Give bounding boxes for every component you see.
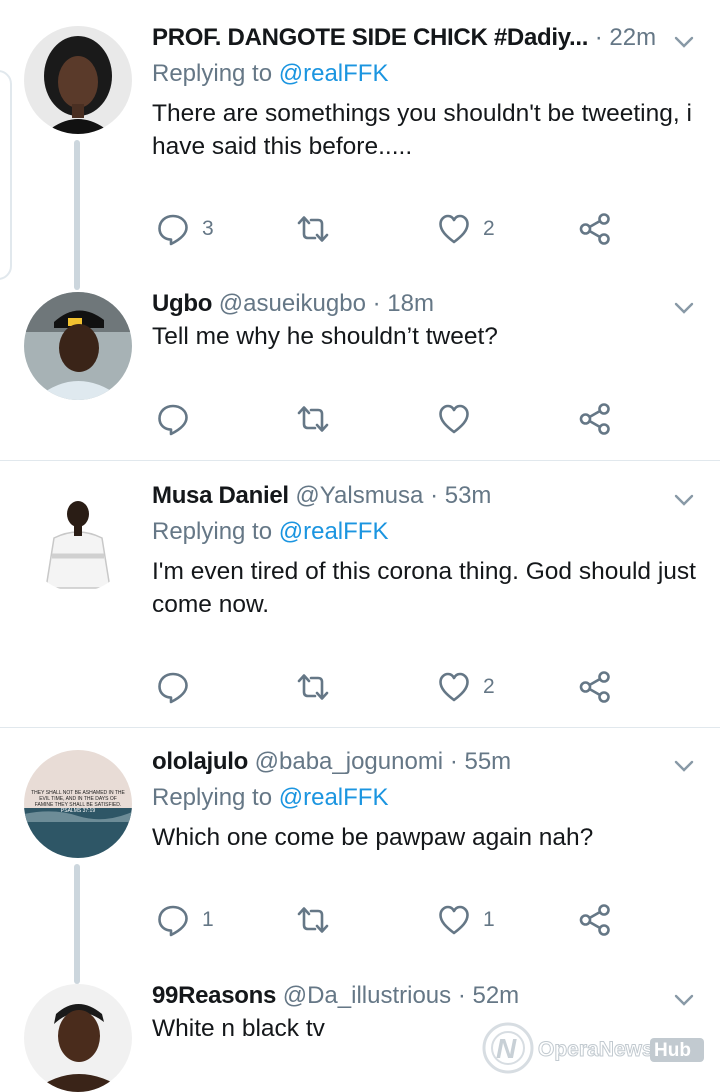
operanews-watermark: N OperaNews Hub: [468, 1012, 712, 1082]
like-button[interactable]: 1: [437, 903, 495, 937]
tweet[interactable]: Ugbo @asueikugbo · 18m Tell me why he sh…: [0, 288, 720, 460]
retweet-icon: [297, 406, 329, 432]
retweet-button[interactable]: [296, 212, 330, 246]
author-handle[interactable]: @baba_jogunomi: [255, 748, 444, 775]
like-icon: [439, 905, 469, 935]
reply-icon: [158, 404, 188, 436]
tweet-text: There are somethings you shouldn't be tw…: [152, 100, 692, 160]
svg-text:N: N: [496, 1033, 517, 1064]
retweet-icon: [297, 674, 329, 700]
chevron-down-icon[interactable]: [672, 988, 696, 1012]
reply-button[interactable]: [156, 670, 190, 704]
like-icon: [439, 214, 469, 244]
replying-to-handle[interactable]: @realFFK: [279, 60, 389, 87]
replying-to-handle[interactable]: @realFFK: [279, 518, 389, 545]
tweet[interactable]: THEY SHALL NOT BE ASHAMED IN THE EVIL TI…: [0, 746, 720, 976]
tweet[interactable]: Musa Daniel @Yalsmusa · 53m Replying to …: [0, 480, 720, 726]
author-name[interactable]: 99Reasons: [152, 982, 276, 1009]
avatar[interactable]: [24, 292, 132, 400]
tweet-time[interactable]: · 53m: [430, 482, 491, 509]
replying-to: Replying to @realFFK: [152, 518, 389, 545]
author-name[interactable]: PROF. DANGOTE SIDE CHICK #Dadiy...: [152, 24, 588, 51]
author-name[interactable]: ololajulo: [152, 748, 248, 775]
chevron-down-icon[interactable]: [672, 754, 696, 778]
author-name[interactable]: Ugbo: [152, 290, 212, 317]
tweet-time[interactable]: · 22m: [595, 24, 656, 51]
share-button[interactable]: [578, 670, 612, 704]
tweet-time[interactable]: · 18m: [373, 290, 434, 317]
replying-to-handle[interactable]: @realFFK: [279, 784, 389, 811]
like-button[interactable]: 2: [437, 212, 495, 246]
tweet-text: I'm even tired of this corona thing. God…: [152, 558, 696, 618]
replying-to: Replying to @realFFK: [152, 784, 389, 811]
share-icon: [579, 904, 610, 936]
tweet-time[interactable]: · 55m: [450, 748, 511, 775]
reply-button[interactable]: 1: [156, 903, 214, 937]
reply-icon: [158, 672, 188, 704]
replying-to: Replying to @realFFK: [152, 60, 389, 87]
retweet-icon: [297, 216, 329, 242]
like-icon: [439, 404, 469, 434]
like-count: 1: [483, 908, 495, 931]
author-handle[interactable]: @asueikugbo: [219, 290, 366, 317]
tweet-text: Which one come be pawpaw again nah?: [152, 824, 594, 851]
like-button[interactable]: 2: [437, 670, 495, 704]
retweet-button[interactable]: [296, 903, 330, 937]
reply-count: 3: [202, 217, 214, 240]
retweet-button[interactable]: [296, 402, 330, 436]
retweet-icon: [297, 907, 329, 933]
share-button[interactable]: [578, 903, 612, 937]
share-button[interactable]: [578, 402, 612, 436]
tweet-text: Tell me why he shouldn’t tweet?: [152, 323, 498, 350]
share-icon: [579, 671, 610, 703]
tweet-time[interactable]: · 52m: [458, 982, 519, 1009]
watermark-brand: OperaNews: [538, 1038, 654, 1061]
avatar[interactable]: THEY SHALL NOT BE ASHAMED IN THE EVIL TI…: [24, 750, 132, 858]
svg-text:PSALMS 37:19: PSALMS 37:19: [61, 808, 95, 814]
like-count: 2: [483, 675, 495, 698]
avatar[interactable]: [24, 26, 132, 134]
share-icon: [579, 213, 610, 245]
like-count: 2: [483, 217, 495, 240]
divider: [0, 727, 720, 728]
reply-button[interactable]: [156, 402, 190, 436]
author-handle[interactable]: @Yalsmusa: [295, 482, 423, 509]
share-button[interactable]: [578, 212, 612, 246]
avatar[interactable]: [24, 484, 132, 592]
avatar[interactable]: [24, 984, 132, 1092]
like-icon: [439, 672, 469, 702]
divider: [0, 460, 720, 461]
reply-button[interactable]: 3: [156, 212, 214, 246]
share-icon: [579, 403, 610, 435]
chevron-down-icon[interactable]: [672, 30, 696, 54]
reply-count: 1: [202, 908, 214, 931]
watermark-suffix: Hub: [654, 1040, 691, 1061]
chevron-down-icon[interactable]: [672, 296, 696, 320]
like-button[interactable]: [437, 402, 471, 436]
retweet-button[interactable]: [296, 670, 330, 704]
chevron-down-icon[interactable]: [672, 488, 696, 512]
reply-icon: [158, 214, 188, 246]
author-handle[interactable]: @Da_illustrious: [283, 982, 451, 1009]
tweet[interactable]: PROF. DANGOTE SIDE CHICK #Dadiy... · 22m…: [0, 20, 720, 280]
author-name[interactable]: Musa Daniel: [152, 482, 289, 509]
reply-icon: [158, 905, 188, 937]
